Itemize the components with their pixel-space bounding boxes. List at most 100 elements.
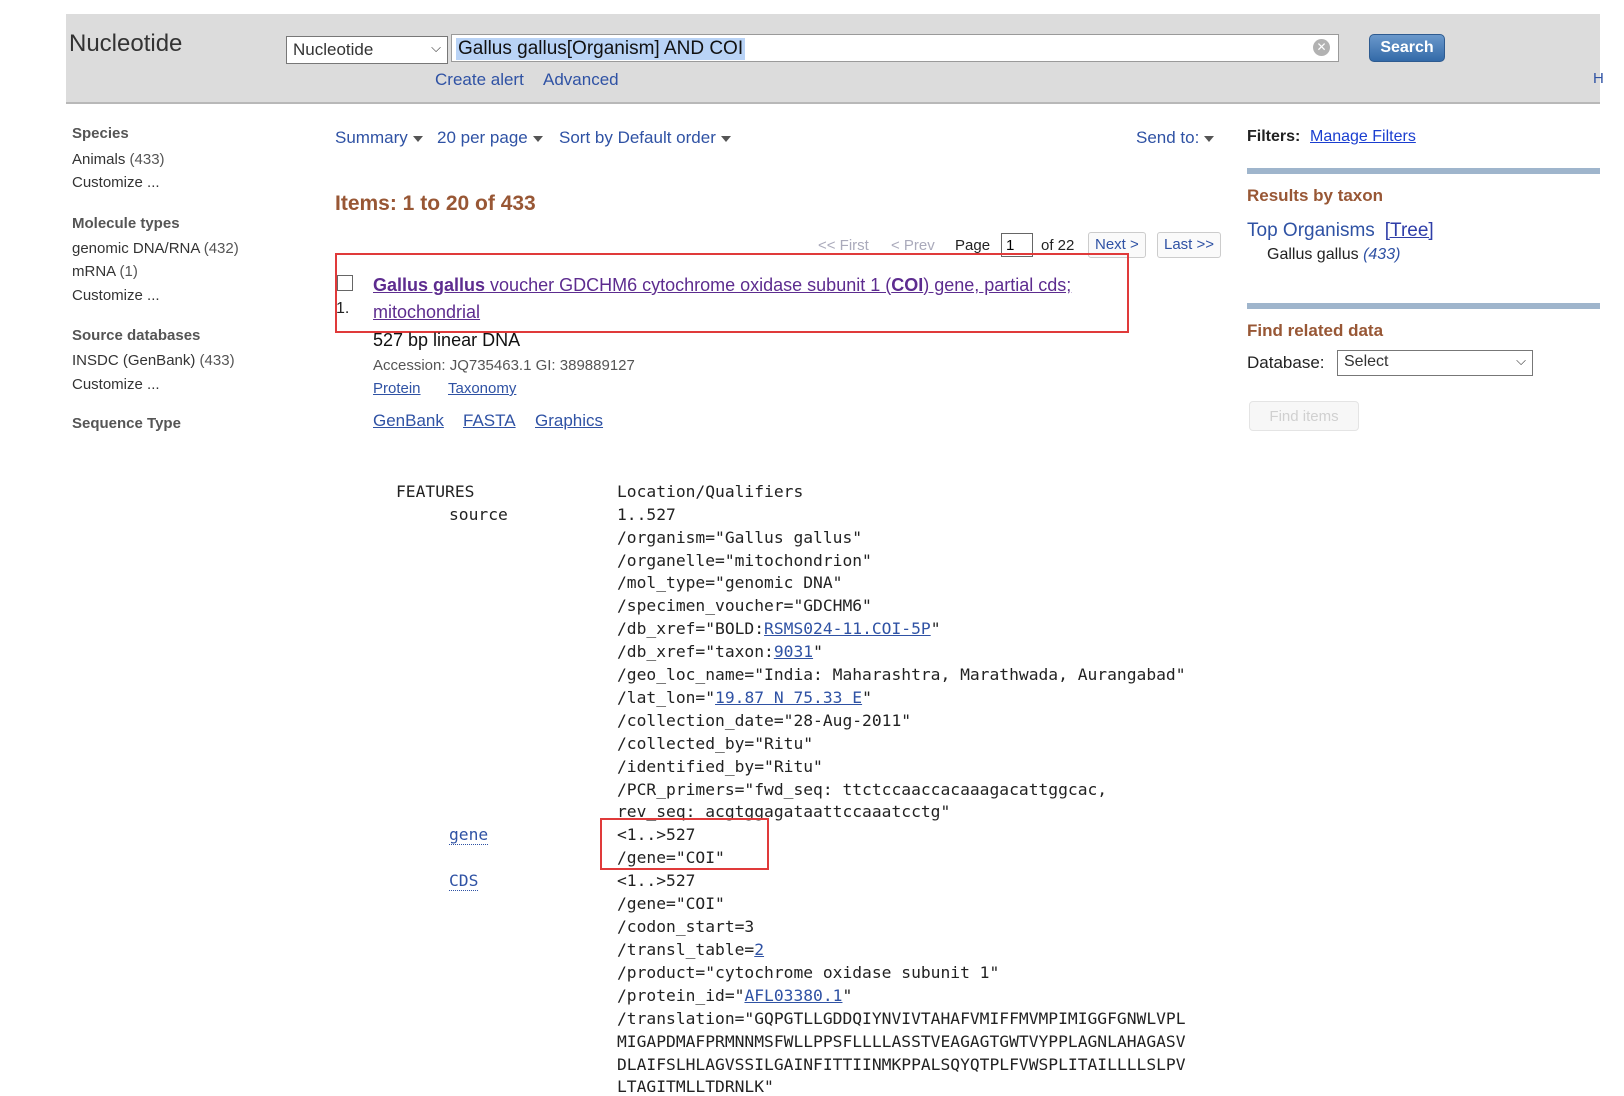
pager-prev: < Prev <box>891 237 935 254</box>
translation-line: DLAIFSLHLAGVSSILGAINFITTIINMKPPALSQYQTPL… <box>617 1055 1186 1074</box>
summary-label: Summary <box>335 128 408 147</box>
qualifier-text: /db_xref="BOLD: <box>617 619 765 638</box>
taxonomy-link[interactable]: Taxonomy <box>448 380 516 397</box>
database-select-value: Nucleotide <box>293 40 374 59</box>
items-count: Items: 1 to 20 of 433 <box>335 192 536 215</box>
title-gene: COI <box>891 275 924 295</box>
organism-count: (433) <box>1363 246 1401 263</box>
source-customize-link[interactable]: Customize ... <box>72 376 160 393</box>
features-key: FEATURES <box>396 482 475 501</box>
per-page-label: 20 per page <box>437 128 528 147</box>
search-input[interactable]: Gallus gallus[Organism] AND COI ✕ <box>451 34 1339 62</box>
qualifier-text: /protein_id=" <box>617 986 745 1005</box>
graphics-link[interactable]: Graphics <box>535 411 603 431</box>
qualifier-line: /collected_by="Ritu" <box>617 734 814 753</box>
qualifier-line: /specimen_voucher="GDCHM6" <box>617 596 872 615</box>
filter-genomic-dna-rna[interactable]: genomic DNA/RNA (432) <box>72 240 239 257</box>
filter-label: mRNA <box>72 263 116 280</box>
summary-dropdown[interactable]: Summary <box>335 128 423 148</box>
top-organisms-label: Top Organisms <box>1247 220 1375 241</box>
transl-table-link[interactable]: 2 <box>754 940 764 959</box>
title-text: voucher GDCHM6 cytochrome oxidase subuni… <box>485 275 892 295</box>
molecule-customize-link[interactable]: Customize ... <box>72 287 160 304</box>
qualifier-line: /organelle="mitochondrion" <box>617 551 872 570</box>
protein-link[interactable]: Protein <box>373 380 421 397</box>
qualifier-line: <1..>527 <box>617 871 696 890</box>
per-page-dropdown[interactable]: 20 per page <box>437 128 543 148</box>
database-label: Database: <box>1247 353 1325 372</box>
filter-count: (432) <box>203 240 239 257</box>
pager-first: << First <box>818 237 869 254</box>
qualifier-line: /codon_start=3 <box>617 917 755 936</box>
filter-label: Animals <box>72 151 126 168</box>
tree-link[interactable]: [Tree] <box>1385 220 1434 241</box>
chevron-down-icon: ⌵ <box>1516 353 1526 368</box>
result-accession: Accession: JQ735463.1 GI: 389889127 <box>373 357 635 374</box>
result-checkbox[interactable] <box>337 275 353 291</box>
bold-xref-link[interactable]: RSMS024-11.COI-5P <box>764 619 931 638</box>
filter-count: (433) <box>199 352 235 369</box>
qualifier-line: /organism="Gallus gallus" <box>617 528 863 547</box>
filter-label: INSDC (GenBank) <box>72 352 196 369</box>
protein-id-link[interactable]: AFL03380.1 <box>744 986 842 1005</box>
sort-dropdown[interactable]: Sort by Default order <box>559 128 731 148</box>
qualifier-line: /gene="COI" <box>617 894 725 913</box>
clear-icon[interactable]: ✕ <box>1313 39 1330 56</box>
filters-label: Filters: <box>1247 128 1301 145</box>
translation-line: MIGAPDMAFPRMNNMSFWLLPPSFLLLLASSTVEAGAGTG… <box>617 1032 1186 1051</box>
qualifier-text: " <box>930 619 941 638</box>
organism-item[interactable]: Gallus gallus (433) <box>1267 246 1400 264</box>
molecule-types-heading: Molecule types <box>72 215 180 232</box>
genbank-link[interactable]: GenBank <box>373 411 444 431</box>
search-query-text: Gallus gallus[Organism] AND COI <box>456 38 746 60</box>
send-to-dropdown[interactable]: Send to: <box>1136 128 1215 148</box>
top-organisms-heading: Top Organisms [Tree] <box>1247 220 1434 242</box>
result-title-link[interactable]: Gallus gallus voucher GDCHM6 cytochrome … <box>373 272 1133 326</box>
filter-animals[interactable]: Animals (433) <box>72 151 165 168</box>
related-database-value: Select <box>1344 353 1389 370</box>
qualifier-text: /transl_table= <box>617 940 755 959</box>
species-customize-link[interactable]: Customize ... <box>72 174 160 191</box>
qualifier-line: /protein_id="AFL03380.1" <box>617 986 852 1005</box>
filter-mrna[interactable]: mRNA (1) <box>72 263 138 280</box>
taxon-xref-link[interactable]: 9031 <box>774 642 813 661</box>
search-button[interactable]: Search <box>1369 34 1445 62</box>
result-number: 1. <box>336 300 350 317</box>
translation-line: LTAGITMLLTDRNLK" <box>617 1077 774 1096</box>
filter-insdc-genbank[interactable]: INSDC (GenBank) (433) <box>72 352 235 369</box>
cds-feature-link[interactable]: CDS <box>449 871 479 891</box>
qualifier-text: " <box>813 642 823 661</box>
title-organism: Gallus gallus <box>373 275 486 295</box>
species-heading: Species <box>72 125 129 142</box>
search-header: Nucleotide Nucleotide ⌵ Gallus gallus[Or… <box>66 14 1604 104</box>
organism-name: Gallus gallus <box>1267 246 1359 263</box>
manage-filters-link[interactable]: Manage Filters <box>1310 128 1416 146</box>
create-alert-link[interactable]: Create alert <box>435 70 524 90</box>
advanced-search-link[interactable]: Advanced <box>543 70 619 90</box>
caret-down-icon <box>720 135 731 142</box>
results-by-taxon-heading: Results by taxon <box>1247 186 1384 205</box>
qualifier-text: " <box>862 688 872 707</box>
qualifier-line: /collection_date="28-Aug-2011" <box>617 711 912 730</box>
help-link[interactable]: H <box>1593 70 1604 87</box>
source-databases-heading: Source databases <box>72 327 201 344</box>
fasta-link[interactable]: FASTA <box>463 411 516 431</box>
send-to-label: Send to: <box>1136 128 1200 147</box>
filter-label: genomic DNA/RNA <box>72 240 200 257</box>
panel-divider <box>1247 168 1600 174</box>
database-select[interactable]: Nucleotide ⌵ <box>286 36 448 64</box>
result-length: 527 bp linear DNA <box>373 330 521 350</box>
lat-lon-link[interactable]: 19.87 N 75.33 E <box>715 688 862 707</box>
panel-divider <box>1247 303 1600 309</box>
gene-feature-link[interactable]: gene <box>449 825 489 845</box>
qualifier-text: " <box>842 986 853 1005</box>
features-header: Location/Qualifiers <box>617 482 804 501</box>
pager-page-label: Page <box>955 237 991 254</box>
related-database-select[interactable]: Select ⌵ <box>1337 350 1533 376</box>
pager-last-button[interactable]: Last >> <box>1157 232 1222 258</box>
find-items-button[interactable]: Find items <box>1249 401 1359 431</box>
caret-down-icon <box>532 135 543 142</box>
caret-down-icon <box>1204 135 1215 142</box>
sort-label: Sort by Default order <box>559 128 716 147</box>
qualifier-line: /PCR_primers="fwd_seq: ttctccaaccacaaaga… <box>617 780 1108 799</box>
